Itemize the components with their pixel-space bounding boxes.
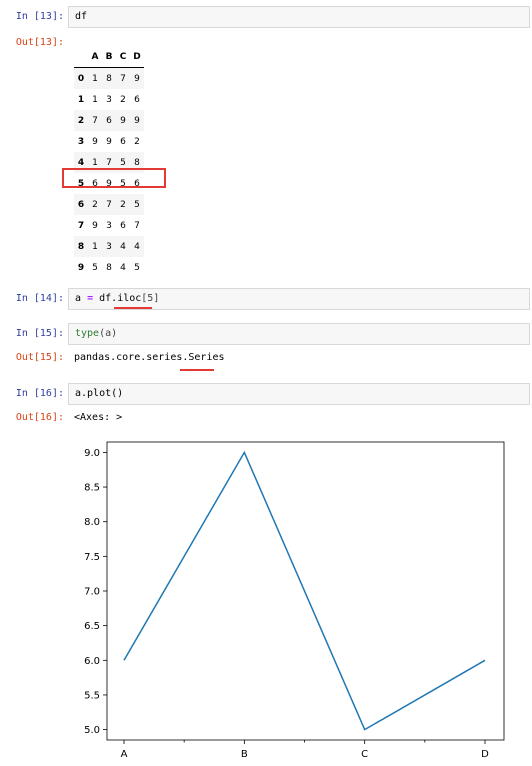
table-row: 95845 (74, 257, 144, 278)
code-operator: = (87, 293, 94, 304)
index-header (74, 46, 88, 68)
table-cell: 4 (120, 262, 126, 273)
in-prompt-15: In [15]: (15, 328, 64, 339)
x-tick-label: C (361, 749, 368, 760)
row-index: 3 (77, 136, 85, 147)
table-cell: 9 (134, 73, 140, 84)
x-tick-label: B (241, 749, 248, 760)
table-cell: 6 (120, 136, 126, 147)
column-header: C (116, 46, 130, 68)
in-prompt-14: In [14]: (15, 293, 64, 304)
table-cell: 9 (92, 136, 98, 147)
out-prompt-16: Out[16]: (15, 412, 64, 423)
code-cell-13[interactable]: df (68, 6, 530, 28)
output-16: <Axes: > (74, 412, 123, 423)
code-cell-16[interactable]: a.plot() (68, 383, 530, 405)
row-index: 2 (77, 115, 85, 126)
series-line (123, 450, 486, 731)
column-header: A (88, 46, 102, 68)
y-tick-label: 8.5 (84, 483, 100, 494)
table-row: 01879 (74, 67, 144, 89)
code-cell-15[interactable]: type(a) (68, 323, 530, 345)
table-cell: 6 (134, 94, 140, 105)
table-cell: 4 (120, 241, 126, 252)
table-cell: 5 (92, 262, 98, 273)
table-row: 11326 (74, 89, 144, 110)
table-cell: 2 (134, 136, 140, 147)
y-tick-label: 5.0 (84, 725, 100, 736)
line-chart: 5.0 5.5 6.0 6.5 7.0 7.5 8.0 8.5 9.0 A B C D (84, 441, 505, 760)
code-object: df. (99, 293, 118, 304)
table-cell: 8 (106, 262, 112, 273)
y-tick-label: 7.5 (84, 552, 100, 563)
output-15: pandas.core.series.Series (74, 350, 225, 366)
table-cell: 3 (106, 94, 112, 105)
y-axis: 5.0 5.5 6.0 6.5 7.0 7.5 8.0 8.5 9.0 (84, 448, 107, 736)
table-cell: 2 (92, 199, 98, 210)
dataframe-table: ABCD 01879113262769939962417585695662725… (74, 46, 144, 278)
table-cell: 6 (120, 220, 126, 231)
table-cell: 3 (106, 241, 112, 252)
table-row: 79367 (74, 215, 144, 236)
code-text: df (75, 11, 88, 22)
table-cell: 3 (106, 220, 112, 231)
y-tick-label: 9.0 (84, 448, 100, 459)
table-row: 81344 (74, 236, 144, 257)
code-function: type (75, 328, 100, 339)
table-cell: 1 (92, 73, 98, 84)
row-index: 1 (77, 94, 85, 105)
row-index: 0 (77, 73, 85, 84)
y-tick-label: 6.0 (84, 656, 100, 667)
table-row: 62725 (74, 194, 144, 215)
x-tick-label: A (121, 749, 128, 760)
table-cell: 7 (134, 220, 140, 231)
in-prompt-13: In [13]: (15, 11, 64, 22)
x-tick-label: D (481, 749, 489, 760)
y-tick-label: 5.5 (84, 690, 100, 701)
table-cell: 2 (120, 199, 126, 210)
output-class: Series (188, 352, 225, 363)
table-cell: 7 (106, 199, 112, 210)
out-prompt-13: Out[13]: (15, 37, 64, 48)
table-cell: 6 (106, 115, 112, 126)
table-cell: 4 (134, 241, 140, 252)
table-cell: 2 (120, 94, 126, 105)
iloc-underline (114, 307, 152, 309)
table-cell: 1 (92, 241, 98, 252)
table-cell: 8 (106, 73, 112, 84)
code-var: a (75, 293, 82, 304)
x-axis: A B C D (121, 740, 489, 760)
table-cell: 7 (92, 115, 98, 126)
table-cell: 7 (120, 73, 126, 84)
table-cell: 1 (92, 94, 98, 105)
code-text: a.plot() (75, 388, 124, 399)
row-5-highlight (62, 168, 166, 188)
column-header: D (130, 46, 144, 68)
row-index: 6 (77, 199, 85, 210)
table-row: 27699 (74, 110, 144, 131)
plot-frame (106, 441, 505, 741)
y-tick-label: 7.0 (84, 587, 100, 598)
column-header: B (102, 46, 116, 68)
row-index: 9 (77, 262, 85, 273)
table-row: 39962 (74, 131, 144, 152)
out-prompt-15: Out[15]: (15, 352, 64, 363)
y-tick-label: 6.5 (84, 621, 100, 632)
table-cell: 5 (134, 262, 140, 273)
row-index: 8 (77, 241, 85, 252)
y-tick-label: 8.0 (84, 517, 100, 528)
table-cell: 9 (134, 115, 140, 126)
table-cell: 9 (106, 136, 112, 147)
table-cell: 9 (120, 115, 126, 126)
series-underline (180, 369, 214, 371)
table-cell: 9 (92, 220, 98, 231)
in-prompt-16: In [16]: (15, 388, 64, 399)
code-arg: (a) (99, 328, 118, 339)
row-index: 7 (77, 220, 85, 231)
table-cell: 5 (134, 199, 140, 210)
output-prefix: pandas.core.series. (74, 352, 189, 363)
code-method: iloc (117, 293, 142, 304)
code-arg: [5] (141, 293, 160, 304)
